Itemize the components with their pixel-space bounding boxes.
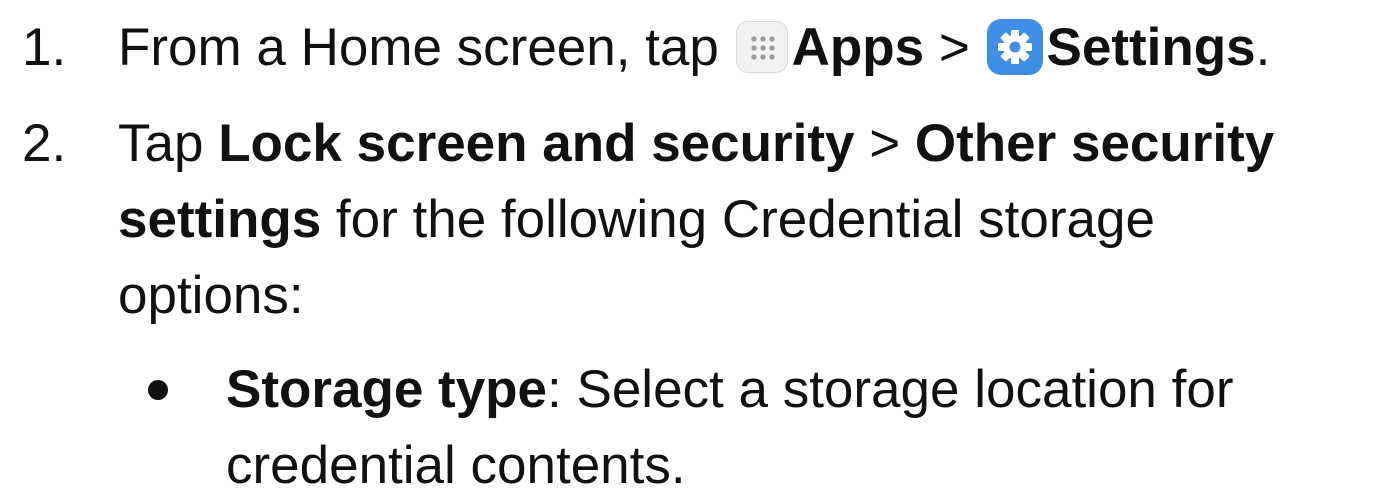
settings-label: Settings (1046, 18, 1256, 77)
step-rest: for the following Credential storage (321, 190, 1155, 249)
bullet-item: Storage type: Select a storage location … (0, 352, 1397, 495)
bullet-line: Storage type: Select a storage location … (226, 352, 1387, 428)
step-2: 2. Tap Lock screen and security > Other … (0, 106, 1397, 336)
menu-other-security-settings-part1: Other security (914, 114, 1275, 173)
apps-grid-icon (735, 21, 788, 73)
separator: > (938, 18, 970, 77)
bullet-desc: credential contents. (226, 436, 686, 495)
step-text: Tap Lock screen and security > Other sec… (118, 106, 1387, 334)
step-end: . (1255, 18, 1271, 77)
bullet-dot (148, 380, 168, 400)
apps-label: Apps (791, 18, 925, 77)
separator: > (869, 114, 901, 173)
step-intro: From a Home screen, tap (118, 18, 719, 77)
step-intro: Tap (118, 114, 219, 173)
step-1: 1. From a Home screen, tap Apps > Settin… (0, 10, 1397, 86)
step-line: options: (118, 258, 1387, 334)
bullet-desc: : Select a storage location for (547, 360, 1234, 419)
step-rest: options: (118, 266, 304, 325)
bullet-text: Storage type: Select a storage location … (226, 352, 1387, 504)
step-text: From a Home screen, tap Apps > Settings. (118, 10, 1387, 86)
step-number: 2. (22, 114, 67, 173)
menu-other-security-settings-part2: settings (118, 190, 322, 249)
settings-gear-icon (986, 19, 1043, 75)
step-line: settings for the following Credential st… (118, 182, 1387, 258)
bullet-line: credential contents. (226, 428, 1387, 504)
step-number: 1. (22, 18, 67, 77)
menu-lock-screen-and-security: Lock screen and security (218, 114, 855, 173)
bullet-term: Storage type (226, 360, 548, 419)
step-line: Tap Lock screen and security > Other sec… (118, 106, 1387, 182)
